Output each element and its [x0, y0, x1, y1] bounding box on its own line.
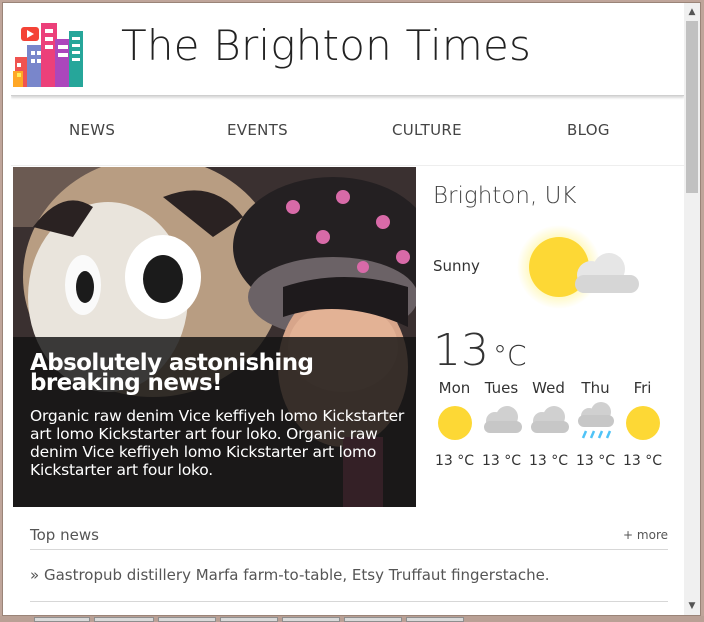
hero-story[interactable]: Absolutely astonishing breaking news! Or…	[13, 167, 416, 507]
taskbar-strip	[0, 616, 704, 622]
forecast-day: Mon 13 °C	[431, 379, 478, 469]
hero-body: Organic raw denim Vice keffiyeh lomo Kic…	[30, 407, 405, 479]
cloud-icon	[483, 406, 522, 433]
forecast-day-name: Mon	[438, 379, 471, 397]
forecast-day: Thu 13 °C	[572, 379, 619, 469]
taskbar-item[interactable]	[158, 617, 216, 622]
hero-headline[interactable]: Absolutely astonishing breaking news!	[30, 352, 410, 395]
nav-culture[interactable]: CULTURE	[392, 121, 462, 139]
scroll-up-arrow-icon[interactable]: ▲	[684, 5, 700, 19]
weather-location: Brighton, UK	[433, 183, 577, 209]
page-content: The Brighton Times NEWS EVENTS CULTURE B…	[11, 3, 684, 615]
taskbar-item[interactable]	[94, 617, 154, 622]
cloud-icon	[530, 406, 569, 433]
taskbar-item[interactable]	[282, 617, 340, 622]
taskbar-item[interactable]	[344, 617, 402, 622]
rain-icon	[577, 402, 614, 439]
nav-blog[interactable]: BLOG	[567, 121, 610, 139]
forecast-row: Mon 13 °C Tues 13 °C Wed 13 °C Thu 13 °C…	[431, 379, 676, 479]
city-logo-icon[interactable]	[13, 17, 85, 89]
nav-events[interactable]: EVENTS	[227, 121, 288, 139]
forecast-day: Tues 13 °C	[478, 379, 525, 469]
current-temp-unit: °C	[493, 339, 527, 372]
forecast-day: Wed 13 °C	[525, 379, 572, 469]
main-nav: NEWS EVENTS CULTURE BLOG	[11, 99, 684, 166]
nav-news[interactable]: NEWS	[69, 121, 115, 139]
taskbar-item[interactable]	[34, 617, 90, 622]
forecast-temp: 13 °C	[481, 453, 522, 469]
top-news-title: Top news	[30, 526, 99, 544]
weather-condition: Sunny	[433, 257, 480, 275]
forecast-temp: 13 °C	[528, 453, 569, 469]
top-news-header: Top news + more	[30, 523, 668, 550]
current-temp: 13 °C	[433, 325, 527, 376]
scroll-thumb[interactable]	[686, 21, 698, 193]
sun-cloud-icon	[517, 225, 639, 309]
forecast-temp: 13 °C	[434, 453, 475, 469]
taskbar-item[interactable]	[406, 617, 464, 622]
sun-icon	[437, 406, 472, 440]
taskbar-item[interactable]	[220, 617, 278, 622]
sun-icon	[625, 406, 660, 440]
more-link[interactable]: + more	[623, 528, 668, 542]
browser-window: The Brighton Times NEWS EVENTS CULTURE B…	[2, 2, 701, 616]
news-list-item[interactable]: » Gastropub distillery Marfa farm-to-tab…	[30, 566, 550, 584]
forecast-day-name: Wed	[532, 379, 565, 397]
scroll-down-arrow-icon[interactable]: ▼	[684, 599, 700, 613]
forecast-day: Fri 13 °C	[619, 379, 666, 469]
site-title: The Brighton Times	[121, 21, 532, 70]
weather-widget: Brighton, UK Sunny 13 °C Mon 13 °C Tues …	[431, 167, 684, 507]
divider	[30, 601, 668, 602]
forecast-day-name: Thu	[581, 379, 610, 397]
forecast-day-name: Tues	[484, 379, 519, 397]
forecast-temp: 13 °C	[622, 453, 663, 469]
forecast-temp: 13 °C	[575, 453, 616, 469]
forecast-day-name: Fri	[633, 379, 652, 397]
site-header: The Brighton Times	[11, 3, 684, 96]
current-temp-value: 13	[433, 325, 489, 376]
vertical-scrollbar[interactable]: ▲ ▼	[684, 3, 700, 615]
